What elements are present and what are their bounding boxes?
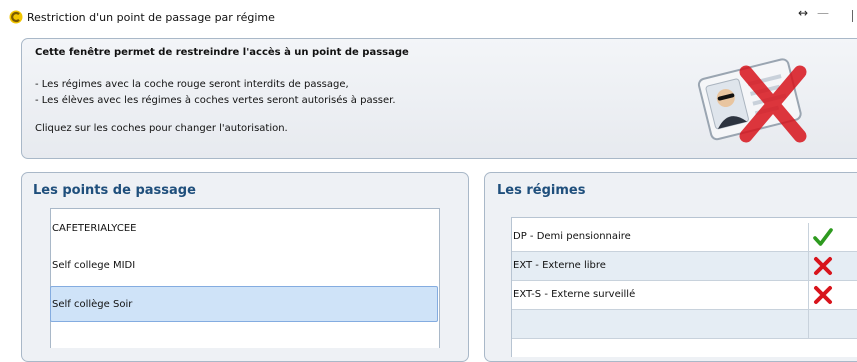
regime-label: EXT - Externe libre <box>513 252 809 280</box>
red-cross-icon[interactable] <box>812 256 834 276</box>
regimes-title: Les régimes <box>497 183 586 198</box>
window-titlebar: Restriction d'un point de passage par ré… <box>0 0 857 36</box>
window-title: Restriction d'un point de passage par ré… <box>27 11 275 24</box>
info-line-forbidden: - Les régimes avec la coche rouge seront… <box>35 79 349 90</box>
regime-label <box>513 310 809 338</box>
table-row <box>512 310 857 339</box>
minimize-button[interactable]: — <box>817 6 829 20</box>
list-item-cafeterialycee[interactable]: CAFETERIALYCEE <box>51 211 439 247</box>
list-item-label: Self college MIDI <box>52 260 136 271</box>
regimes-panel: Les régimes DP - Demi pensionnaire EXT -… <box>484 172 857 362</box>
info-line-instructions: Cliquez sur les coches pour changer l'au… <box>35 123 288 134</box>
points-title: Les points de passage <box>33 183 196 198</box>
titlebar-divider <box>852 10 853 22</box>
points-panel: Les points de passage CAFETERIALYCEE Sel… <box>21 172 469 362</box>
table-row: DP - Demi pensionnaire <box>512 223 857 252</box>
list-item-label: Self collège Soir <box>52 299 133 310</box>
red-cross-icon[interactable] <box>812 285 834 305</box>
list-item-label: CAFETERIALYCEE <box>52 223 137 234</box>
resize-icon[interactable]: ↔ <box>798 6 808 20</box>
list-item-self-college-midi[interactable]: Self college MIDI <box>51 248 439 284</box>
info-line-allowed: - Les élèves avec les régimes à coches v… <box>35 95 396 106</box>
info-panel: Cette fenêtre permet de restreindre l'ac… <box>21 38 857 159</box>
status-cell[interactable] <box>810 310 857 338</box>
regime-label: EXT-S - Externe surveillé <box>513 281 809 309</box>
regimes-table: DP - Demi pensionnaire EXT - Externe lib… <box>511 217 857 357</box>
green-check-icon[interactable] <box>812 227 834 247</box>
id-card-with-red-cross-icon <box>697 58 807 143</box>
info-title: Cette fenêtre permet de restreindre l'ac… <box>35 47 409 58</box>
app-logo-icon <box>9 10 23 24</box>
regime-label: DP - Demi pensionnaire <box>513 223 809 251</box>
list-item-self-college-soir[interactable]: Self collège Soir <box>50 286 438 322</box>
table-row: EXT - Externe libre <box>512 252 857 281</box>
table-row: EXT-S - Externe surveillé <box>512 281 857 310</box>
points-list[interactable]: CAFETERIALYCEE Self college MIDI Self co… <box>50 208 440 348</box>
